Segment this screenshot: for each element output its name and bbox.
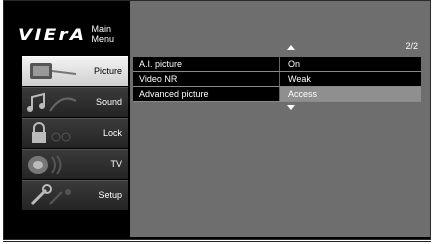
main-menu: Picture Sound Lock TV Setup bbox=[22, 56, 128, 211]
menu-item-label: Sound bbox=[95, 97, 122, 107]
menu-item-label: Picture bbox=[93, 66, 122, 76]
settings-panel: 2/2 A.I. picture On Video NR Weak Advanc… bbox=[130, 1, 430, 237]
menu-item-label: TV bbox=[110, 159, 122, 169]
setting-value[interactable]: Access bbox=[279, 87, 421, 101]
setting-row-ai-picture[interactable]: A.I. picture On bbox=[133, 57, 421, 72]
main-menu-sidebar: VIErA Main Menu Picture Sound Lock TV Se… bbox=[4, 1, 130, 237]
tv-screen: VIErA Main Menu Picture Sound Lock TV Se… bbox=[3, 0, 431, 240]
lock-icon bbox=[32, 122, 71, 143]
menu-title: Main Menu bbox=[91, 24, 115, 44]
setting-name: Advanced picture bbox=[133, 87, 279, 101]
page-indicator: 2/2 bbox=[405, 41, 418, 51]
setup-icon bbox=[30, 184, 71, 206]
settings-list: A.I. picture On Video NR Weak Advanced p… bbox=[133, 57, 421, 102]
setting-row-video-nr[interactable]: Video NR Weak bbox=[133, 72, 421, 87]
setting-value[interactable]: On bbox=[279, 57, 421, 71]
setting-value[interactable]: Weak bbox=[279, 72, 421, 86]
viera-logo: VIErA bbox=[18, 24, 87, 44]
menu-item-lock[interactable]: Lock bbox=[22, 118, 128, 148]
brand-header: VIErA Main Menu bbox=[18, 24, 130, 44]
setting-name: A.I. picture bbox=[133, 57, 279, 71]
tv-icon bbox=[28, 155, 62, 175]
menu-item-tv[interactable]: TV bbox=[22, 149, 128, 179]
scroll-up-arrow-icon[interactable] bbox=[287, 45, 295, 50]
setting-name: Video NR bbox=[133, 72, 279, 86]
menu-item-label: Setup bbox=[98, 190, 122, 200]
menu-item-picture[interactable]: Picture bbox=[22, 56, 128, 86]
menu-item-setup[interactable]: Setup bbox=[22, 180, 128, 210]
sound-icon bbox=[27, 92, 77, 112]
setting-row-advanced-picture[interactable]: Advanced picture Access bbox=[133, 87, 421, 102]
menu-item-label: Lock bbox=[102, 128, 122, 138]
scroll-down-arrow-icon[interactable] bbox=[287, 105, 295, 110]
menu-item-sound[interactable]: Sound bbox=[22, 87, 128, 117]
divider bbox=[3, 241, 431, 242]
picture-icon bbox=[30, 63, 77, 79]
